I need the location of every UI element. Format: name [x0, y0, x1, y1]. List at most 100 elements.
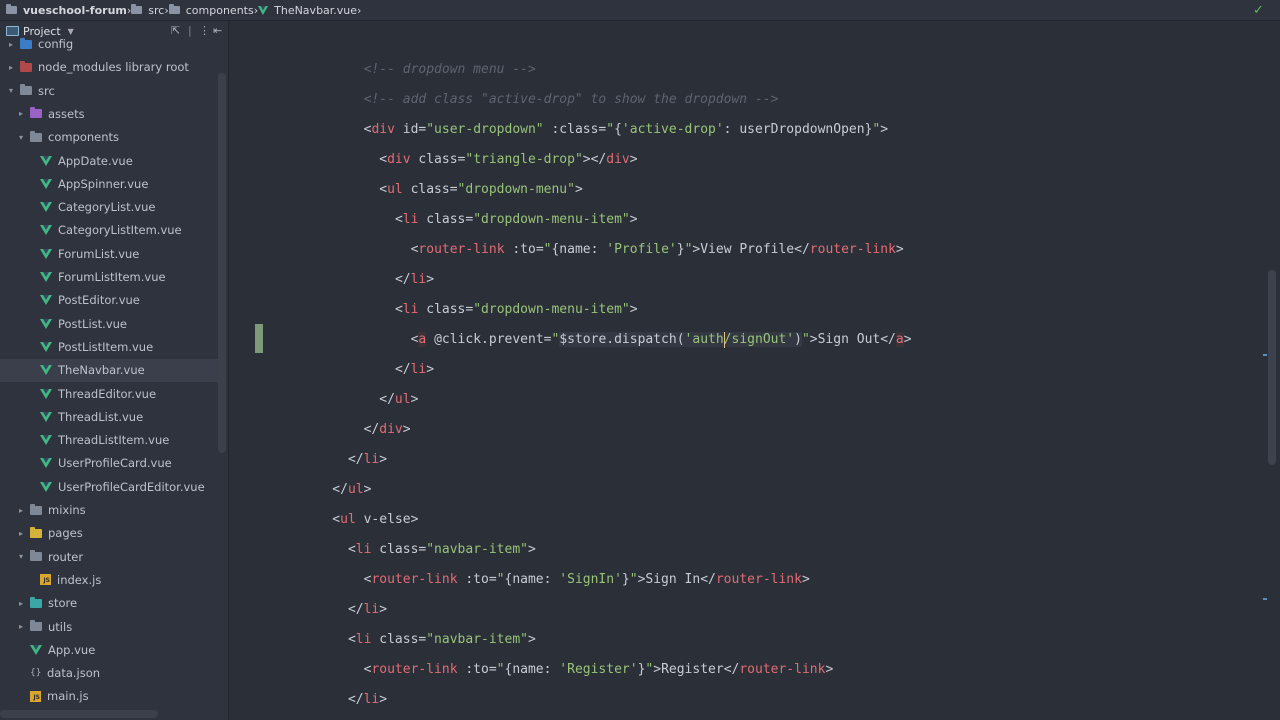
tree-item[interactable]: JS main.js — [0, 685, 218, 708]
breadcrumb-project[interactable]: vueschool-forum — [6, 4, 127, 17]
code-token: </ — [394, 272, 411, 287]
vue-icon — [40, 202, 52, 213]
code-line[interactable]: </div> — [364, 415, 411, 445]
tree-item[interactable]: UserProfileCard.vue — [0, 452, 218, 475]
code-token: <!-- dropdown menu --> — [363, 62, 536, 77]
code-token: router-link — [371, 572, 458, 587]
code-editor[interactable]: <!-- dropdown menu --> <!-- add class "ac… — [230, 21, 1280, 720]
folder-icon — [30, 107, 42, 119]
tree-item[interactable]: ThreadListItem.vue — [0, 429, 218, 452]
chevron-right-icon[interactable]: ▸ — [16, 109, 26, 118]
code-line[interactable]: </li> — [348, 685, 387, 715]
tree-item[interactable]: ▾ router — [0, 545, 218, 568]
chevron-right-icon[interactable]: ▸ — [6, 63, 16, 72]
code-line[interactable]: <li class="dropdown-menu-item"> — [395, 205, 638, 235]
code-line[interactable]: <router-link :to="{name: 'SignIn'}">Sign… — [364, 565, 810, 595]
code-line[interactable]: <li class="navbar-item"> — [348, 535, 536, 565]
chevron-right-icon[interactable]: ▸ — [6, 40, 16, 49]
code-token: > — [903, 332, 912, 347]
tree-item[interactable]: ForumList.vue — [0, 242, 218, 265]
breadcrumb-file[interactable]: TheNavbar.vue — [258, 4, 357, 17]
chevron-right-icon[interactable]: ▸ — [16, 599, 26, 608]
code-line[interactable]: <li class="dropdown-menu-item"> — [395, 295, 638, 325]
tree-item[interactable]: ▸ node_modules library root — [0, 56, 218, 79]
tree-item[interactable]: ▸ utils — [0, 615, 218, 638]
tree-item[interactable]: ThreadList.vue — [0, 405, 218, 428]
code-line[interactable]: <!-- dropdown menu --> — [364, 55, 536, 85]
code-line[interactable]: </li> — [395, 355, 434, 385]
chevron-down-icon[interactable]: ▾ — [16, 133, 26, 142]
code-token: </ — [394, 362, 411, 377]
tree-item[interactable]: ▸ mixins — [0, 499, 218, 522]
breadcrumb-components[interactable]: components — [168, 4, 254, 17]
tree-item[interactable]: TheNavbar.vue — [0, 358, 218, 382]
code-token: class= — [418, 212, 474, 227]
code-token: ul — [347, 482, 364, 497]
chevron-right-icon[interactable]: ▸ — [16, 506, 26, 515]
code-token: <!-- add class "active-drop" to show the… — [363, 92, 779, 107]
editor-scrollbar[interactable] — [1268, 270, 1276, 465]
tree-item[interactable]: ThreadEditor.vue — [0, 382, 218, 405]
code-line[interactable]: <div id="user-dropdown" :class="{'active… — [364, 115, 888, 145]
tree-item[interactable]: App.vue — [0, 638, 218, 661]
tree-item[interactable]: ▸ config — [0, 33, 218, 56]
tree-item-label: mixins — [48, 503, 86, 517]
tree-item-label: PostListItem.vue — [58, 339, 154, 354]
tree-item[interactable]: ▾ components — [0, 126, 218, 149]
chevron-right-icon[interactable]: ▸ — [16, 622, 26, 631]
chevron-right-icon[interactable]: ▸ — [16, 529, 26, 538]
tree-item[interactable]: CategoryListItem.vue — [0, 219, 218, 242]
code-line[interactable]: <ul class="dropdown-menu"> — [379, 175, 583, 205]
code-line[interactable]: <router-link :to="{name: 'Register'}">Re… — [364, 655, 834, 685]
code-token: router-link — [809, 242, 896, 257]
sidebar-scrollbar[interactable] — [218, 73, 226, 453]
code-line[interactable]: </ul> — [379, 385, 418, 415]
code-token: </ — [347, 692, 364, 707]
code-token: li — [363, 692, 380, 707]
code-token: ></ — [582, 152, 607, 167]
tree-item[interactable]: AppSpinner.vue — [0, 172, 218, 195]
code-line[interactable]: </li> — [395, 265, 434, 295]
tree-item[interactable]: UserProfileCardEditor.vue — [0, 475, 218, 498]
tree-item[interactable]: PostListItem.vue — [0, 335, 218, 358]
breadcrumb-file-label: TheNavbar.vue — [274, 3, 358, 17]
tree-item[interactable]: ▸ pages — [0, 522, 218, 545]
tree-item[interactable]: PostEditor.vue — [0, 289, 218, 312]
code-token: {name: — [551, 242, 607, 257]
breadcrumb-src[interactable]: src — [131, 4, 164, 17]
tree-item[interactable]: PostList.vue — [0, 312, 218, 335]
sidebar-horizontal-scrollbar[interactable] — [0, 710, 158, 718]
chevron-down-icon[interactable]: ▾ — [16, 552, 26, 561]
code-token: {name: — [504, 572, 560, 587]
code-line[interactable]: <li class="navbar-item"> — [348, 625, 536, 655]
code-token: 'auth/signOut' — [684, 332, 795, 347]
code-token: " — [801, 332, 810, 347]
tree-item[interactable]: {} data.json — [0, 662, 218, 685]
tree-item-label: router — [48, 549, 84, 564]
folder-icon — [168, 4, 180, 14]
tree-item[interactable]: AppDate.vue — [0, 149, 218, 172]
code-token: li — [410, 272, 427, 287]
code-line[interactable]: <div class="triangle-drop"></div> — [379, 145, 637, 175]
tree-item-label: ThreadList.vue — [58, 409, 144, 424]
tree-item-label: main.js — [47, 689, 89, 704]
tree-item[interactable]: JS index.js — [0, 568, 218, 591]
chevron-down-icon[interactable]: ▾ — [6, 86, 16, 95]
tree-item[interactable]: ▾ src — [0, 79, 218, 102]
code-line[interactable]: </ul> — [332, 475, 371, 505]
tree-item[interactable]: CategoryList.vue — [0, 196, 218, 219]
code-line[interactable]: <ul v-else> — [332, 505, 418, 535]
code-line[interactable]: <!-- add class "active-drop" to show the… — [364, 85, 779, 115]
code-line[interactable]: </li> — [348, 445, 387, 475]
code-line[interactable]: <a @click.prevent="$store.dispatch('auth… — [411, 325, 912, 355]
tree-item[interactable]: ▸ store — [0, 592, 218, 615]
tree-item[interactable]: ForumListItem.vue — [0, 266, 218, 289]
tree-item[interactable]: ▸ assets — [0, 102, 218, 125]
code-line[interactable]: <router-link :to="{name: 'Profile'}">Vie… — [411, 235, 904, 265]
code-line[interactable]: </li> — [348, 595, 387, 625]
breadcrumb-project-label: vueschool-forum — [23, 3, 127, 17]
code-token: id= — [394, 122, 427, 137]
vue-icon — [40, 341, 52, 352]
folder-icon — [30, 550, 42, 562]
code-token: 'Register' — [559, 662, 638, 677]
